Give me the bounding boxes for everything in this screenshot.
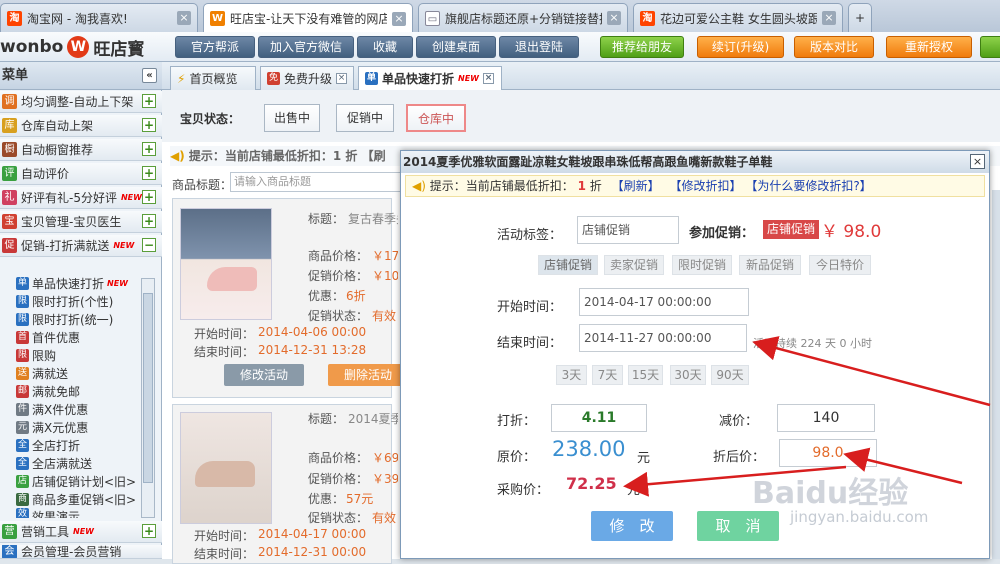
arrow-to-end-time (752, 336, 991, 407)
watermark-logo: Baidu经验 (752, 476, 909, 511)
watermark-url: jingyan.baidu.com (790, 508, 929, 526)
